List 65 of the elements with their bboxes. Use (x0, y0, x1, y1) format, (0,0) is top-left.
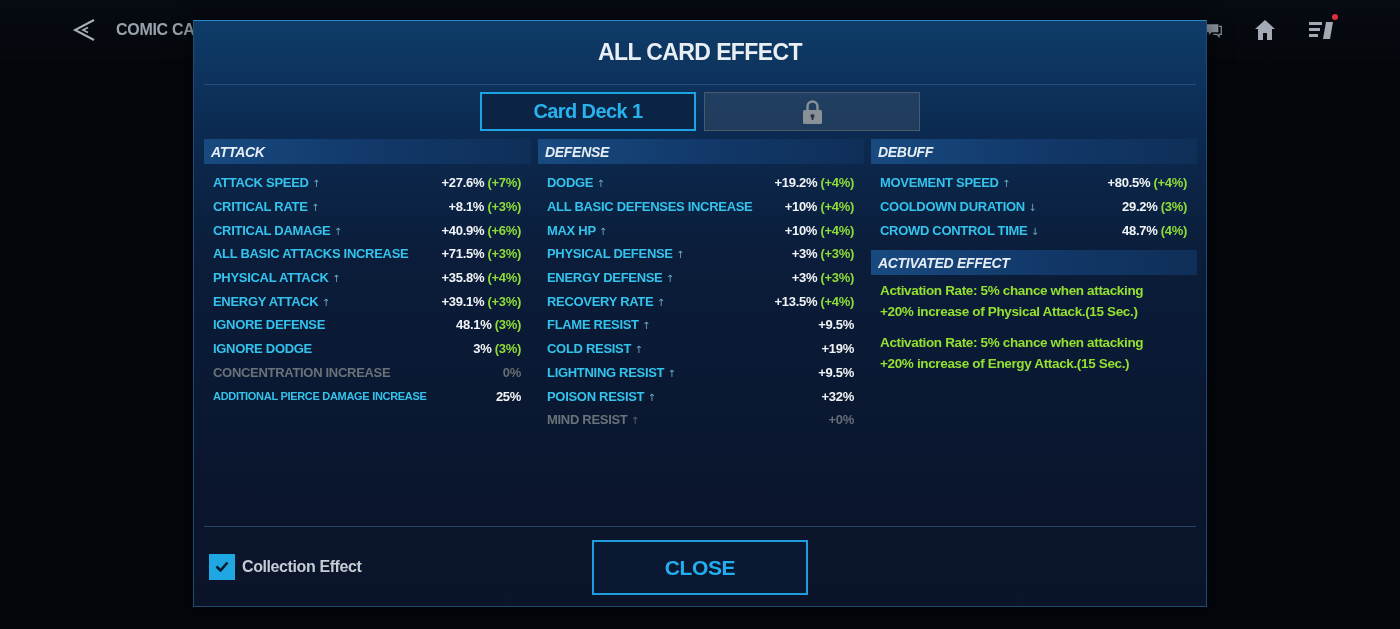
stat-value: +3% (+3%) (791, 270, 854, 286)
section-header: ATTACK (204, 139, 531, 164)
tab[interactable]: Card Deck 1 (480, 92, 696, 131)
stat-label: DODGE ↑ (547, 175, 605, 191)
stat-value: +3% (+3%) (791, 246, 854, 262)
stat-value: +8.1% (+3%) (448, 199, 521, 215)
section-header: ACTIVATED EFFECT (871, 250, 1197, 276)
stat-value: +10% (+4%) (784, 222, 854, 238)
checkbox-label: Collection Effect (242, 557, 362, 576)
stat-label: ENERGY DEFENSE ↑ (547, 270, 674, 286)
stat-label: ADDITIONAL PIERCE DAMAGE INCREASE (213, 390, 427, 403)
page-title: COMIC CA (116, 21, 195, 39)
dialog-title: ALL CARD EFFECT (598, 39, 802, 66)
stat-label: IGNORE DEFENSE (213, 317, 326, 333)
stat-value: +19.2% (+4%) (774, 175, 854, 191)
stat-label: RECOVERY RATE ↑ (547, 293, 665, 309)
stat-value: 29.2% (3%) (1122, 199, 1187, 215)
stat-label: MAX HP ↑ (547, 222, 607, 238)
stat-value: +71.5% (+3%) (441, 246, 521, 262)
stat-value: +35.8% (+4%) (441, 270, 521, 286)
stat-label: COOLDOWN DURATION ↓ (880, 199, 1037, 215)
checkmark-icon (215, 561, 229, 572)
stat-value: 25% (495, 388, 521, 404)
lock-icon (802, 99, 822, 124)
stat-value: 3% (3%) (473, 341, 521, 357)
stat-label: ALL BASIC DEFENSES INCREASE (547, 199, 753, 215)
stat-value: +39.1% (+3%) (441, 293, 521, 309)
stat-value: +0% (828, 412, 854, 428)
stat-value: +19% (821, 341, 854, 357)
stat-label: POISON RESIST ↑ (547, 388, 656, 404)
checkbox[interactable] (209, 553, 235, 580)
stat-value: 48.7% (4%) (1122, 222, 1187, 238)
stat-value: +13.5% (+4%) (774, 293, 854, 309)
section-header: DEBUFF (871, 139, 1197, 164)
stat-value: +27.6% (+7%) (441, 175, 521, 191)
stat-label: PHYSICAL DEFENSE ↑ (547, 246, 685, 262)
effect-text: Activation Rate: 5% chance when attacking +20% increase of Physical Attack.(15 Sec.) (880, 282, 1145, 322)
stat-value: +9.5% (818, 317, 854, 333)
stat-label: CRITICAL RATE ↑ (213, 199, 319, 215)
stat-label: IGNORE DODGE (213, 341, 312, 357)
stat-label: ATTACK SPEED ↑ (213, 175, 320, 191)
stat-label: FLAME RESIST ↑ (547, 317, 651, 333)
effect-text: Activation Rate: 5% chance when attacking +20% increase of Energy Attack.(15 Sec.) (880, 334, 1145, 374)
home-icon[interactable] (1254, 19, 1276, 41)
stat-value: +32% (821, 388, 854, 404)
stat-label: PHYSICAL ATTACK ↑ (213, 270, 341, 286)
stat-value: 48.1% (3%) (456, 317, 521, 333)
stat-label: MIND RESIST ↑ (547, 412, 639, 428)
stat-label: CROWD CONTROL TIME ↓ (880, 222, 1039, 238)
stat-value: +9.5% (818, 364, 854, 380)
tab[interactable] (704, 92, 920, 131)
stat-label: ENERGY ATTACK ↑ (213, 293, 330, 309)
stat-value: +10% (+4%) (784, 199, 854, 215)
stat-value: +40.9% (+6%) (441, 222, 521, 238)
stat-label: LIGHTNING RESIST ↑ (547, 364, 676, 380)
stat-value: 0% (502, 364, 521, 380)
stat-label: ALL BASIC ATTACKS INCREASE (213, 246, 409, 262)
stat-label: CONCENTRATION INCREASE (213, 364, 391, 380)
stat-label: COLD RESIST ↑ (547, 341, 643, 357)
stat-label: MOVEMENT SPEED ↑ (880, 175, 1010, 191)
section-header: DEFENSE (538, 139, 864, 164)
stat-label: CRITICAL DAMAGE ↑ (213, 222, 342, 238)
close-button[interactable]: CLOSE (592, 540, 808, 595)
stat-value: +80.5% (+4%) (1107, 175, 1187, 191)
list-icon[interactable] (1308, 19, 1334, 41)
